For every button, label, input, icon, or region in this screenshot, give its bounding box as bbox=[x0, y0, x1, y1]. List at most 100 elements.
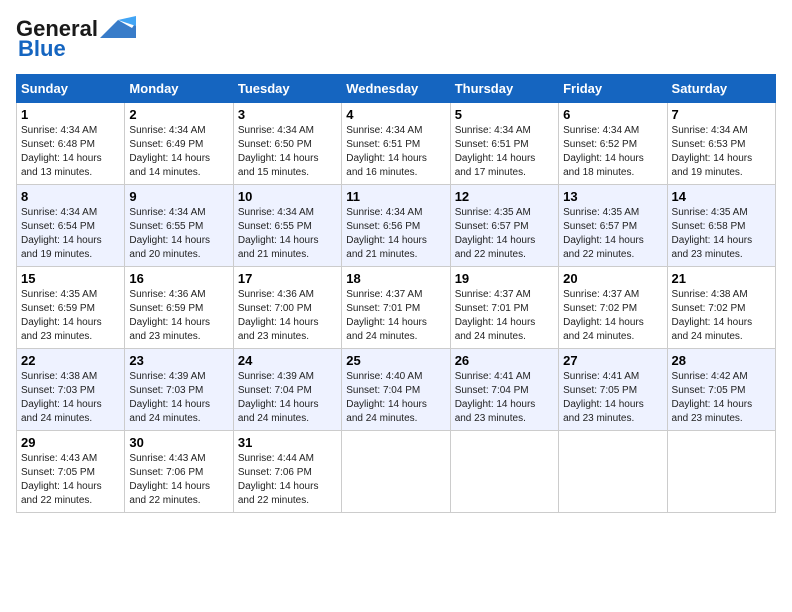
weekday-header: Thursday bbox=[450, 75, 558, 103]
day-info: Sunrise: 4:34 AMSunset: 6:51 PMDaylight:… bbox=[346, 125, 427, 178]
day-number: 31 bbox=[238, 435, 337, 450]
weekday-header: Sunday bbox=[17, 75, 125, 103]
day-number: 17 bbox=[238, 271, 337, 286]
day-info: Sunrise: 4:42 AMSunset: 7:05 PMDaylight:… bbox=[672, 371, 753, 424]
calendar-cell bbox=[342, 431, 450, 513]
day-info: Sunrise: 4:35 AMSunset: 6:57 PMDaylight:… bbox=[455, 207, 536, 260]
calendar-cell: 26 Sunrise: 4:41 AMSunset: 7:04 PMDaylig… bbox=[450, 349, 558, 431]
day-number: 13 bbox=[563, 189, 662, 204]
calendar-week-row: 22 Sunrise: 4:38 AMSunset: 7:03 PMDaylig… bbox=[17, 349, 776, 431]
calendar-cell: 29 Sunrise: 4:43 AMSunset: 7:05 PMDaylig… bbox=[17, 431, 125, 513]
day-number: 10 bbox=[238, 189, 337, 204]
calendar-cell: 28 Sunrise: 4:42 AMSunset: 7:05 PMDaylig… bbox=[667, 349, 775, 431]
calendar-cell: 17 Sunrise: 4:36 AMSunset: 7:00 PMDaylig… bbox=[233, 267, 341, 349]
day-number: 25 bbox=[346, 353, 445, 368]
day-number: 2 bbox=[129, 107, 228, 122]
day-info: Sunrise: 4:34 AMSunset: 6:53 PMDaylight:… bbox=[672, 125, 753, 178]
calendar-cell: 22 Sunrise: 4:38 AMSunset: 7:03 PMDaylig… bbox=[17, 349, 125, 431]
day-number: 9 bbox=[129, 189, 228, 204]
day-number: 24 bbox=[238, 353, 337, 368]
header: General Blue bbox=[16, 16, 776, 62]
calendar-week-row: 15 Sunrise: 4:35 AMSunset: 6:59 PMDaylig… bbox=[17, 267, 776, 349]
calendar-cell: 3 Sunrise: 4:34 AMSunset: 6:50 PMDayligh… bbox=[233, 103, 341, 185]
calendar-cell: 30 Sunrise: 4:43 AMSunset: 7:06 PMDaylig… bbox=[125, 431, 233, 513]
day-info: Sunrise: 4:38 AMSunset: 7:03 PMDaylight:… bbox=[21, 371, 102, 424]
day-number: 6 bbox=[563, 107, 662, 122]
calendar-cell: 16 Sunrise: 4:36 AMSunset: 6:59 PMDaylig… bbox=[125, 267, 233, 349]
logo-blue: Blue bbox=[18, 36, 66, 62]
calendar-cell: 7 Sunrise: 4:34 AMSunset: 6:53 PMDayligh… bbox=[667, 103, 775, 185]
calendar-cell: 4 Sunrise: 4:34 AMSunset: 6:51 PMDayligh… bbox=[342, 103, 450, 185]
calendar-cell: 13 Sunrise: 4:35 AMSunset: 6:57 PMDaylig… bbox=[559, 185, 667, 267]
day-info: Sunrise: 4:39 AMSunset: 7:04 PMDaylight:… bbox=[238, 371, 319, 424]
logo: General Blue bbox=[16, 16, 136, 62]
day-number: 27 bbox=[563, 353, 662, 368]
calendar-cell: 15 Sunrise: 4:35 AMSunset: 6:59 PMDaylig… bbox=[17, 267, 125, 349]
calendar-cell bbox=[559, 431, 667, 513]
day-info: Sunrise: 4:36 AMSunset: 7:00 PMDaylight:… bbox=[238, 289, 319, 342]
calendar-cell: 2 Sunrise: 4:34 AMSunset: 6:49 PMDayligh… bbox=[125, 103, 233, 185]
day-info: Sunrise: 4:37 AMSunset: 7:01 PMDaylight:… bbox=[346, 289, 427, 342]
calendar-cell: 20 Sunrise: 4:37 AMSunset: 7:02 PMDaylig… bbox=[559, 267, 667, 349]
day-number: 8 bbox=[21, 189, 120, 204]
calendar-week-row: 29 Sunrise: 4:43 AMSunset: 7:05 PMDaylig… bbox=[17, 431, 776, 513]
day-info: Sunrise: 4:34 AMSunset: 6:55 PMDaylight:… bbox=[129, 207, 210, 260]
day-info: Sunrise: 4:41 AMSunset: 7:04 PMDaylight:… bbox=[455, 371, 536, 424]
weekday-header: Saturday bbox=[667, 75, 775, 103]
day-info: Sunrise: 4:37 AMSunset: 7:02 PMDaylight:… bbox=[563, 289, 644, 342]
calendar-cell: 11 Sunrise: 4:34 AMSunset: 6:56 PMDaylig… bbox=[342, 185, 450, 267]
day-info: Sunrise: 4:34 AMSunset: 6:56 PMDaylight:… bbox=[346, 207, 427, 260]
day-number: 12 bbox=[455, 189, 554, 204]
calendar-cell: 24 Sunrise: 4:39 AMSunset: 7:04 PMDaylig… bbox=[233, 349, 341, 431]
calendar-cell: 9 Sunrise: 4:34 AMSunset: 6:55 PMDayligh… bbox=[125, 185, 233, 267]
day-info: Sunrise: 4:34 AMSunset: 6:51 PMDaylight:… bbox=[455, 125, 536, 178]
day-number: 19 bbox=[455, 271, 554, 286]
day-info: Sunrise: 4:35 AMSunset: 6:58 PMDaylight:… bbox=[672, 207, 753, 260]
day-number: 3 bbox=[238, 107, 337, 122]
day-number: 11 bbox=[346, 189, 445, 204]
day-info: Sunrise: 4:34 AMSunset: 6:52 PMDaylight:… bbox=[563, 125, 644, 178]
calendar-cell: 19 Sunrise: 4:37 AMSunset: 7:01 PMDaylig… bbox=[450, 267, 558, 349]
day-info: Sunrise: 4:40 AMSunset: 7:04 PMDaylight:… bbox=[346, 371, 427, 424]
weekday-header: Friday bbox=[559, 75, 667, 103]
logo-icon bbox=[100, 16, 136, 38]
day-info: Sunrise: 4:34 AMSunset: 6:54 PMDaylight:… bbox=[21, 207, 102, 260]
day-info: Sunrise: 4:35 AMSunset: 6:59 PMDaylight:… bbox=[21, 289, 102, 342]
calendar: SundayMondayTuesdayWednesdayThursdayFrid… bbox=[16, 74, 776, 513]
day-number: 16 bbox=[129, 271, 228, 286]
calendar-cell: 6 Sunrise: 4:34 AMSunset: 6:52 PMDayligh… bbox=[559, 103, 667, 185]
day-number: 30 bbox=[129, 435, 228, 450]
day-number: 23 bbox=[129, 353, 228, 368]
day-info: Sunrise: 4:44 AMSunset: 7:06 PMDaylight:… bbox=[238, 453, 319, 506]
calendar-cell: 31 Sunrise: 4:44 AMSunset: 7:06 PMDaylig… bbox=[233, 431, 341, 513]
day-number: 7 bbox=[672, 107, 771, 122]
calendar-cell bbox=[450, 431, 558, 513]
day-info: Sunrise: 4:39 AMSunset: 7:03 PMDaylight:… bbox=[129, 371, 210, 424]
day-number: 5 bbox=[455, 107, 554, 122]
calendar-cell: 21 Sunrise: 4:38 AMSunset: 7:02 PMDaylig… bbox=[667, 267, 775, 349]
calendar-week-row: 8 Sunrise: 4:34 AMSunset: 6:54 PMDayligh… bbox=[17, 185, 776, 267]
calendar-week-row: 1 Sunrise: 4:34 AMSunset: 6:48 PMDayligh… bbox=[17, 103, 776, 185]
day-info: Sunrise: 4:34 AMSunset: 6:48 PMDaylight:… bbox=[21, 125, 102, 178]
calendar-cell: 10 Sunrise: 4:34 AMSunset: 6:55 PMDaylig… bbox=[233, 185, 341, 267]
weekday-header-row: SundayMondayTuesdayWednesdayThursdayFrid… bbox=[17, 75, 776, 103]
day-info: Sunrise: 4:36 AMSunset: 6:59 PMDaylight:… bbox=[129, 289, 210, 342]
day-number: 22 bbox=[21, 353, 120, 368]
day-info: Sunrise: 4:43 AMSunset: 7:06 PMDaylight:… bbox=[129, 453, 210, 506]
day-info: Sunrise: 4:41 AMSunset: 7:05 PMDaylight:… bbox=[563, 371, 644, 424]
day-info: Sunrise: 4:38 AMSunset: 7:02 PMDaylight:… bbox=[672, 289, 753, 342]
day-info: Sunrise: 4:35 AMSunset: 6:57 PMDaylight:… bbox=[563, 207, 644, 260]
day-info: Sunrise: 4:34 AMSunset: 6:55 PMDaylight:… bbox=[238, 207, 319, 260]
calendar-cell: 12 Sunrise: 4:35 AMSunset: 6:57 PMDaylig… bbox=[450, 185, 558, 267]
day-info: Sunrise: 4:34 AMSunset: 6:49 PMDaylight:… bbox=[129, 125, 210, 178]
calendar-cell: 25 Sunrise: 4:40 AMSunset: 7:04 PMDaylig… bbox=[342, 349, 450, 431]
day-number: 20 bbox=[563, 271, 662, 286]
calendar-cell: 27 Sunrise: 4:41 AMSunset: 7:05 PMDaylig… bbox=[559, 349, 667, 431]
calendar-cell: 8 Sunrise: 4:34 AMSunset: 6:54 PMDayligh… bbox=[17, 185, 125, 267]
day-number: 15 bbox=[21, 271, 120, 286]
weekday-header: Monday bbox=[125, 75, 233, 103]
day-number: 18 bbox=[346, 271, 445, 286]
weekday-header: Wednesday bbox=[342, 75, 450, 103]
calendar-cell: 23 Sunrise: 4:39 AMSunset: 7:03 PMDaylig… bbox=[125, 349, 233, 431]
calendar-cell: 5 Sunrise: 4:34 AMSunset: 6:51 PMDayligh… bbox=[450, 103, 558, 185]
